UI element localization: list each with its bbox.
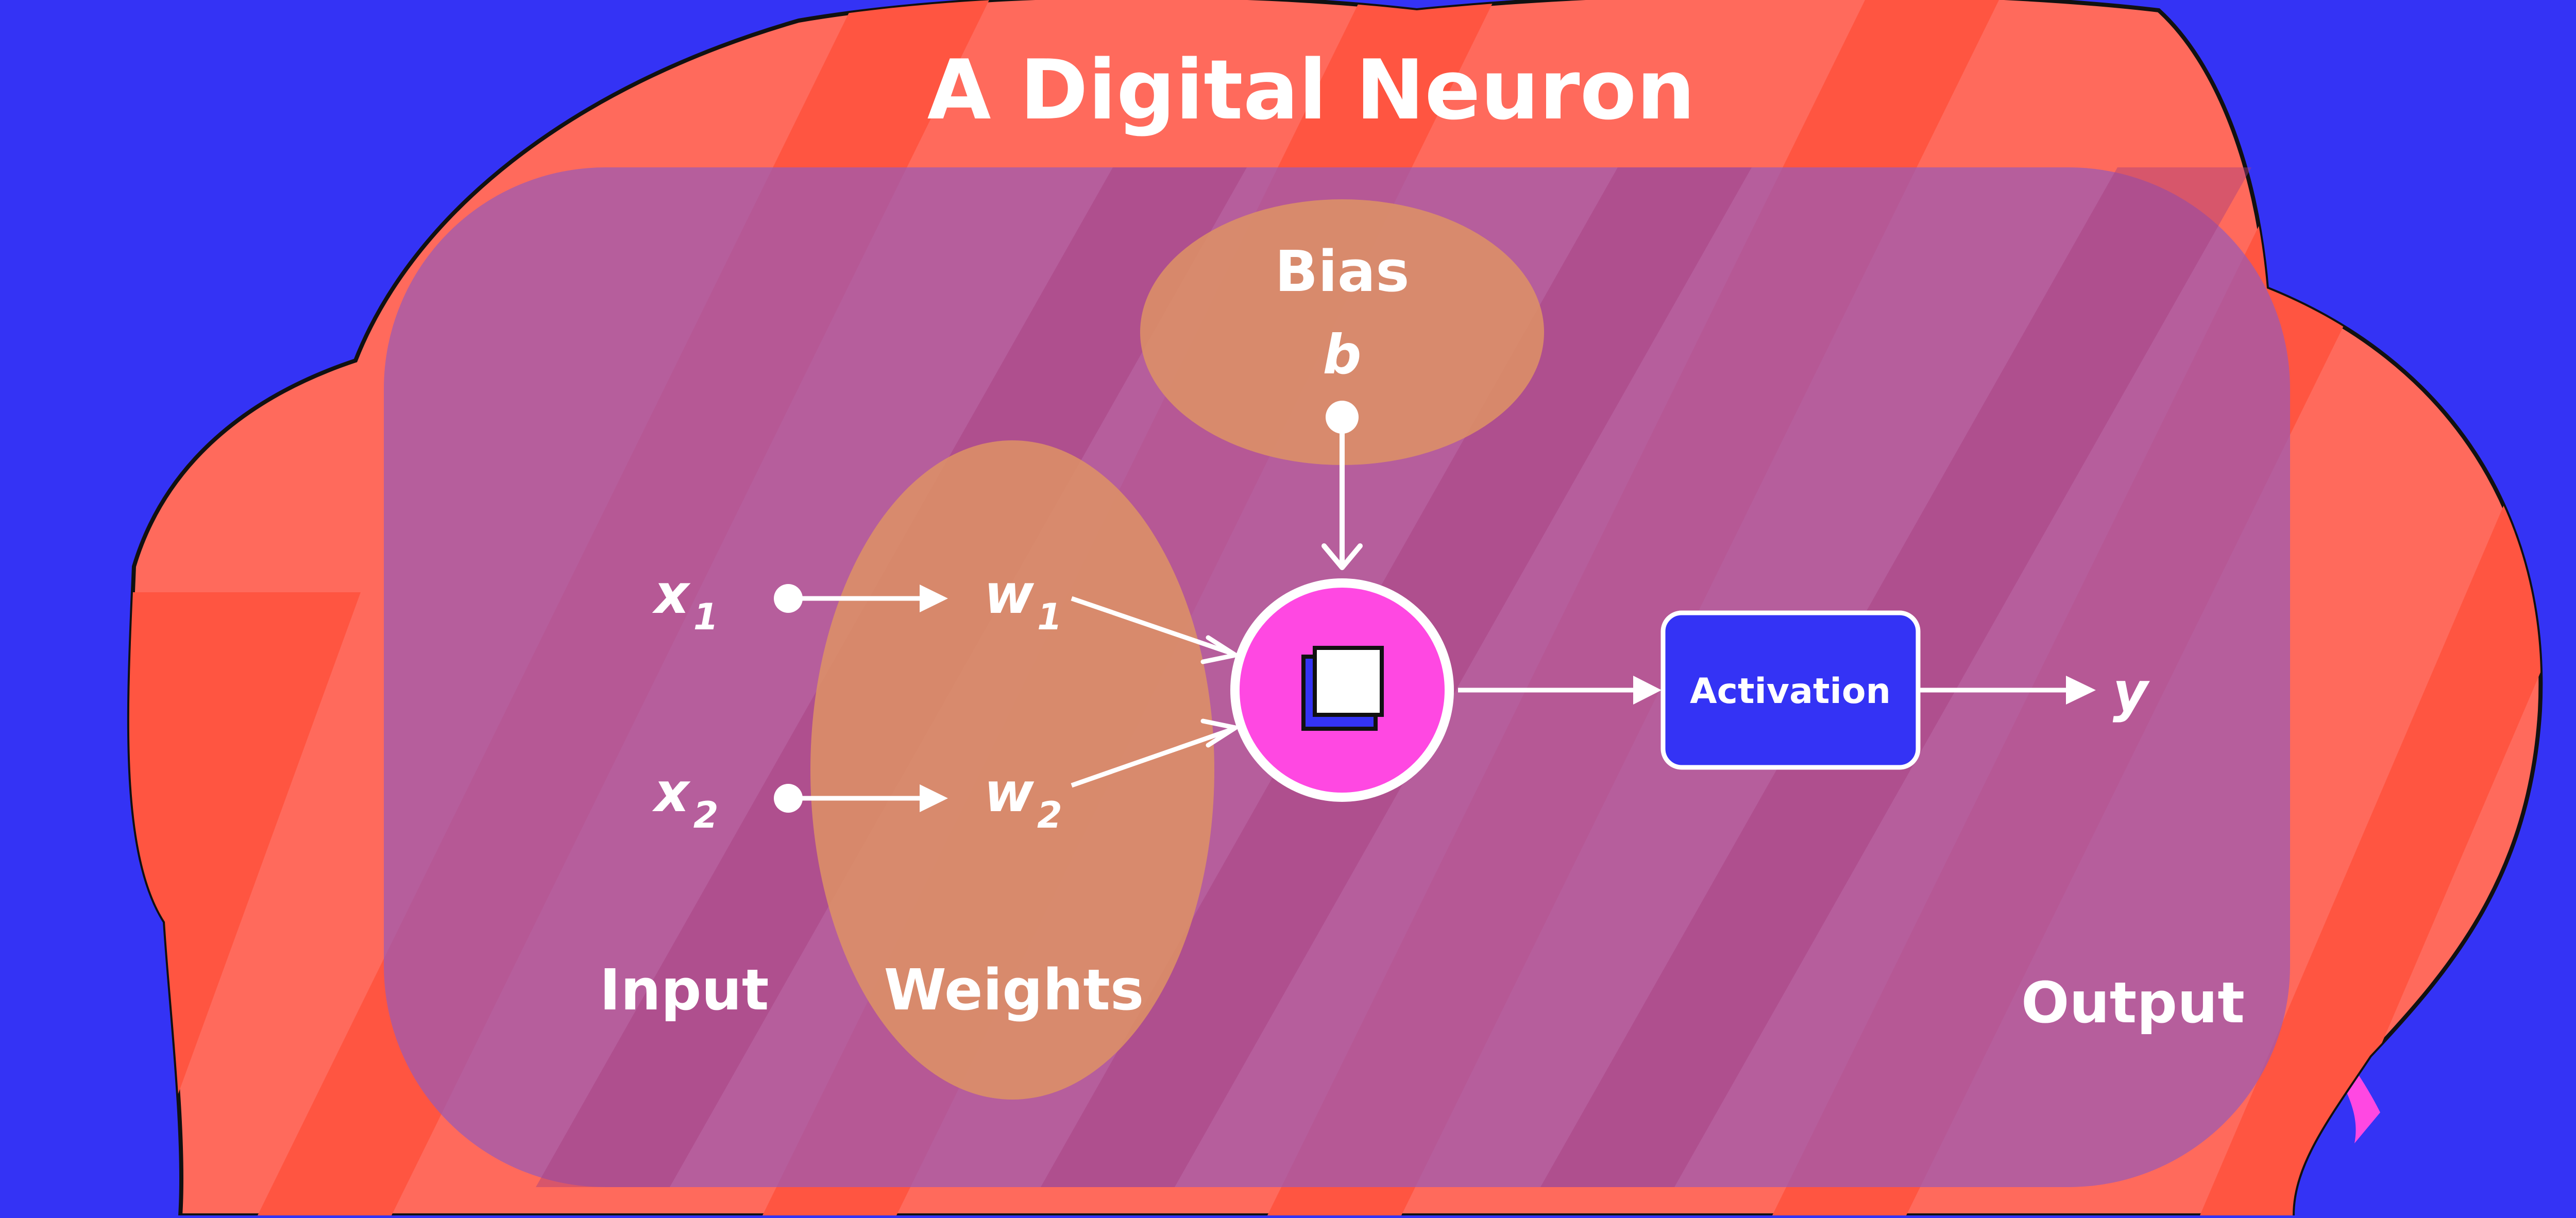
neuron-diagram: A Digital Neuron Bias b x1 x2 w1 w2 Acti… [0, 0, 2576, 1217]
bias-label: Bias [1275, 238, 1409, 304]
weight-symbol: w [984, 761, 1035, 824]
activation-block: Activation [1660, 610, 1921, 770]
input-symbol: x [652, 761, 691, 824]
input-symbol: x [652, 563, 691, 626]
input-index: 1 [693, 596, 719, 638]
activation-label: Activation [1690, 671, 1891, 712]
square-cube-icon [1301, 646, 1384, 731]
diagram-title: A Digital Neuron [927, 42, 1696, 138]
output-symbol: y [2113, 661, 2150, 724]
weight-index: 1 [1037, 596, 1062, 638]
output-group-label: Output [2021, 970, 2245, 1036]
weights-group-label: Weights [884, 957, 1144, 1023]
bias-symbol: b [1323, 323, 1361, 386]
weight-symbol: w [984, 563, 1035, 626]
input-index: 2 [693, 794, 719, 836]
neuron-node [1230, 578, 1454, 802]
weight-index: 2 [1037, 794, 1062, 836]
input-group-label: Input [600, 957, 769, 1023]
diagram-canvas: A Digital Neuron Bias b x1 x2 w1 w2 Acti… [0, 0, 2576, 1217]
